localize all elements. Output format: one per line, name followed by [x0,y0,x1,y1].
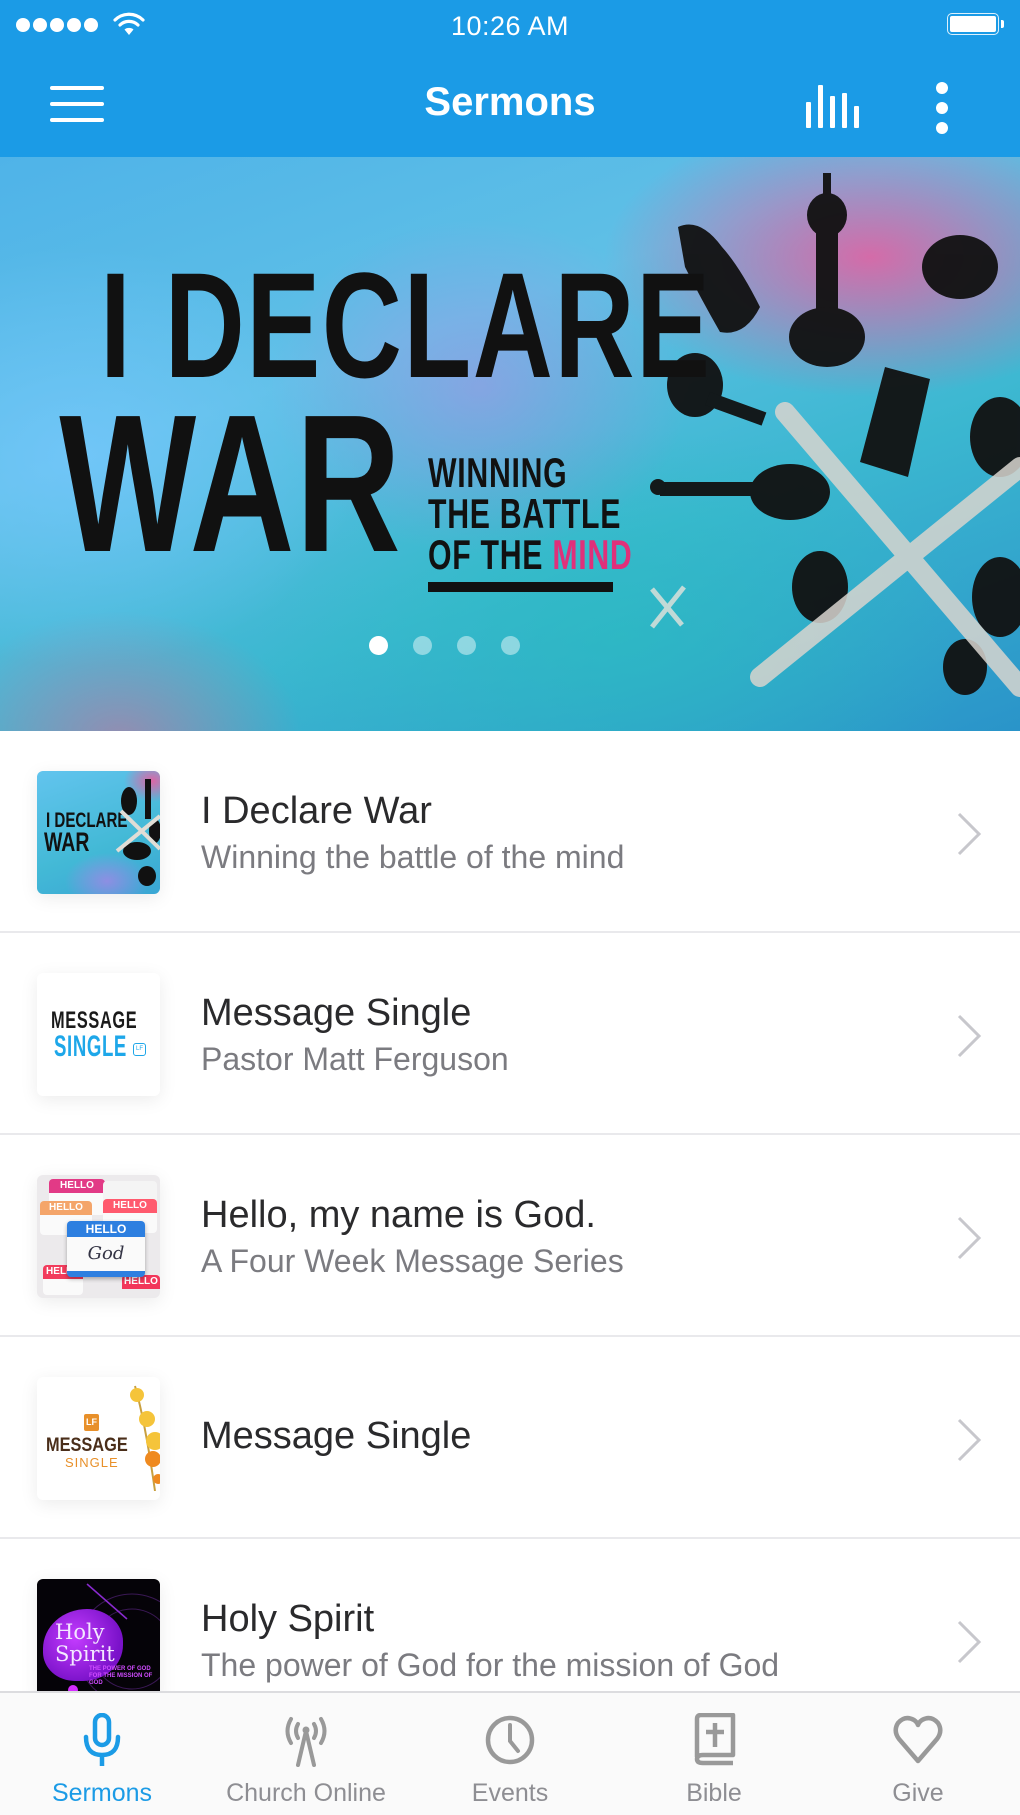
list-item[interactable]: I DECLARE WAR I Declare War Winning the … [0,731,1020,933]
chevron-right-icon [957,1216,982,1260]
more-options-button[interactable] [922,74,962,134]
tab-give[interactable]: Give [816,1693,1020,1815]
tab-label: Bible [686,1779,742,1807]
bible-icon [694,1713,736,1766]
tab-events[interactable]: Events [408,1693,612,1815]
microphone-icon [83,1713,121,1766]
series-title: Message Single [201,1415,472,1457]
broadcast-tower-icon [285,1717,327,1767]
menu-button[interactable] [42,74,112,134]
tab-church-online[interactable]: Church Online [204,1693,408,1815]
tab-sermons[interactable]: Sermons [0,1693,204,1815]
banner-tagline-highlight: MIND [552,531,633,578]
tab-label: Events [471,1779,549,1807]
status-time: 10:26 AM [450,11,570,41]
tab-bible[interactable]: Bible [612,1693,816,1815]
banner-tagline-line2: THE BATTLE [428,490,622,537]
tab-label: Church Online [226,1779,386,1807]
audio-button[interactable] [797,76,867,136]
sermon-series-list: I DECLARE WAR I Declare War Winning the … [0,731,1020,1741]
chevron-right-icon [957,1620,982,1664]
banner-tagline: WINNING THE BATTLE OF THE MIND [428,449,633,578]
tab-label: Sermons [51,1779,153,1807]
status-bar: 10:26 AM [0,0,1020,46]
tab-bar: Sermons Church Online Events Bible Give [0,1691,1020,1815]
list-item[interactable]: LF MESSAGE SINGLE Message Single [0,1337,1020,1539]
page-title: Sermons [424,80,596,124]
carousel-page-indicator[interactable] [0,636,954,655]
series-title: I Declare War [201,790,432,832]
series-subtitle: The power of God for the mission of God [201,1647,780,1683]
page-dot-3[interactable] [456,636,476,655]
chevron-right-icon [957,812,982,856]
series-title: Message Single [201,992,472,1034]
navigation-bar: Sermons [0,46,1020,157]
chevron-right-icon [957,1014,982,1058]
page-dot-1[interactable] [368,636,388,655]
series-title: Hello, my name is God. [201,1194,596,1236]
series-thumbnail: Holy Spirit THE POWER OF GOD FOR THE MISSI… [37,1579,160,1702]
series-thumbnail: HELLO HELLO HELLO HELLO HELLO HELLO God [37,1175,160,1298]
heart-icon [893,1715,943,1764]
featured-banner-carousel[interactable]: I DECLARE WAR WINNING THE BATTLE OF THE … [0,157,1020,731]
banner-tagline-line1: WINNING [428,449,568,496]
series-thumbnail: LF MESSAGE SINGLE [37,1377,160,1500]
page-dot-2[interactable] [412,636,432,655]
audio-levels-icon [806,85,859,128]
series-thumbnail: MESSAGE SINGLE LF [37,973,160,1096]
banner-tagline-underline [428,582,613,592]
series-subtitle: Winning the battle of the mind [201,839,625,875]
series-thumbnail: I DECLARE WAR [37,771,160,894]
series-title: Holy Spirit [201,1598,375,1640]
page-dot-4[interactable] [500,636,520,655]
clock-icon [485,1715,535,1765]
battery-icon [947,13,1004,35]
series-subtitle: Pastor Matt Ferguson [201,1041,509,1077]
list-item[interactable]: HELLO HELLO HELLO HELLO HELLO HELLO God … [0,1135,1020,1337]
chevron-right-icon [957,1418,982,1462]
list-item[interactable]: MESSAGE SINGLE LF Message Single Pastor … [0,933,1020,1135]
series-subtitle: A Four Week Message Series [201,1243,624,1279]
banner-tagline-line3: OF THE MIND [428,531,633,578]
tab-label: Give [892,1779,944,1807]
